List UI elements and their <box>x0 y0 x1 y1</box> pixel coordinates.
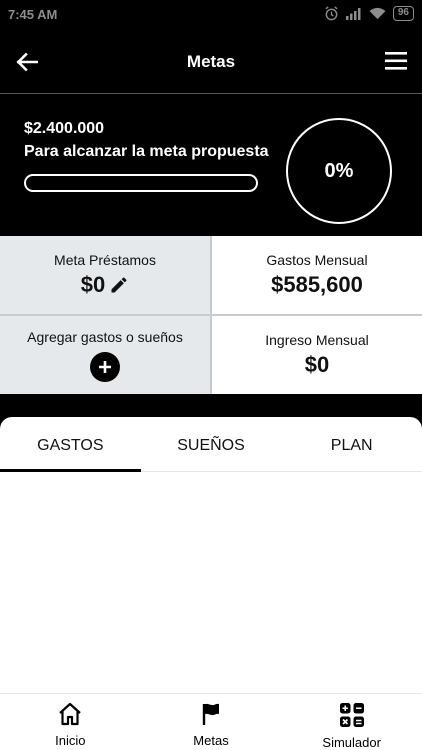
goal-progress-percent: 0% <box>324 159 354 182</box>
loan-goal-value-row: $0 <box>0 272 210 298</box>
goal-progress-circle: 0% <box>286 118 392 224</box>
battery-indicator: 96 <box>392 6 414 21</box>
bottom-nav: Inicio Metas Simulador <box>0 693 422 750</box>
calculator-icon <box>339 703 364 727</box>
alarm-icon <box>325 6 338 21</box>
add-expense-label: Agregar gastos o sueños <box>27 329 183 345</box>
tab-plan[interactable]: PLAN <box>281 417 422 471</box>
add-expense-card[interactable]: Agregar gastos o sueños <box>0 316 210 394</box>
flag-icon <box>202 703 219 725</box>
status-icons: 96 <box>324 6 414 21</box>
monthly-expenses-label: Gastos Mensual <box>266 252 368 268</box>
signal-icon <box>345 8 361 20</box>
monthly-income-card: Ingreso Mensual $0 <box>212 316 422 394</box>
goal-amount: $2.400.000 <box>24 120 105 137</box>
status-time: 7:45 AM <box>8 7 58 22</box>
app-bar: Metas <box>0 30 422 93</box>
nav-label-inicio: Inicio <box>55 733 86 748</box>
goal-description: Para alcanzar la meta propuesta <box>24 143 269 160</box>
loan-goal-card[interactable]: Meta Préstamos $0 <box>0 236 210 314</box>
monthly-expenses-value: $585,600 <box>271 272 363 297</box>
tab-gastos[interactable]: GASTOS <box>0 417 141 472</box>
nav-item-simulador[interactable]: Simulador <box>281 694 422 750</box>
monthly-income-label: Ingreso Mensual <box>265 332 369 348</box>
nav-item-inicio[interactable]: Inicio <box>0 694 141 750</box>
tab-suenos[interactable]: SUEÑOS <box>141 417 282 471</box>
status-bar: 7:45 AM 96 <box>0 0 422 30</box>
hamburger-menu-icon[interactable] <box>384 50 408 72</box>
monthly-income-value: $0 <box>304 352 330 377</box>
loan-goal-value: $0 <box>80 272 106 297</box>
home-icon <box>59 702 82 726</box>
metrics-grid: Meta Préstamos $0 Gastos Mensual $585,60… <box>0 236 422 394</box>
plus-icon <box>99 361 111 373</box>
nav-label-metas: Metas <box>193 733 229 748</box>
nav-item-metas[interactable]: Metas <box>141 694 282 750</box>
tab-bar: GASTOS SUEÑOS PLAN <box>0 417 422 472</box>
tab-sheet: GASTOS SUEÑOS PLAN <box>0 417 422 693</box>
page-title: Metas <box>186 52 236 71</box>
wifi-icon <box>369 7 386 20</box>
goal-progress-bar <box>24 174 258 192</box>
goal-summary: $2.400.000 Para alcanzar la meta propues… <box>0 94 422 236</box>
nav-label-simulador: Simulador <box>322 735 381 750</box>
edit-pencil-icon[interactable] <box>109 275 129 295</box>
add-expense-button[interactable] <box>90 352 120 382</box>
monthly-expenses-card: Gastos Mensual $585,600 <box>212 236 422 314</box>
loan-goal-label: Meta Préstamos <box>54 252 156 268</box>
